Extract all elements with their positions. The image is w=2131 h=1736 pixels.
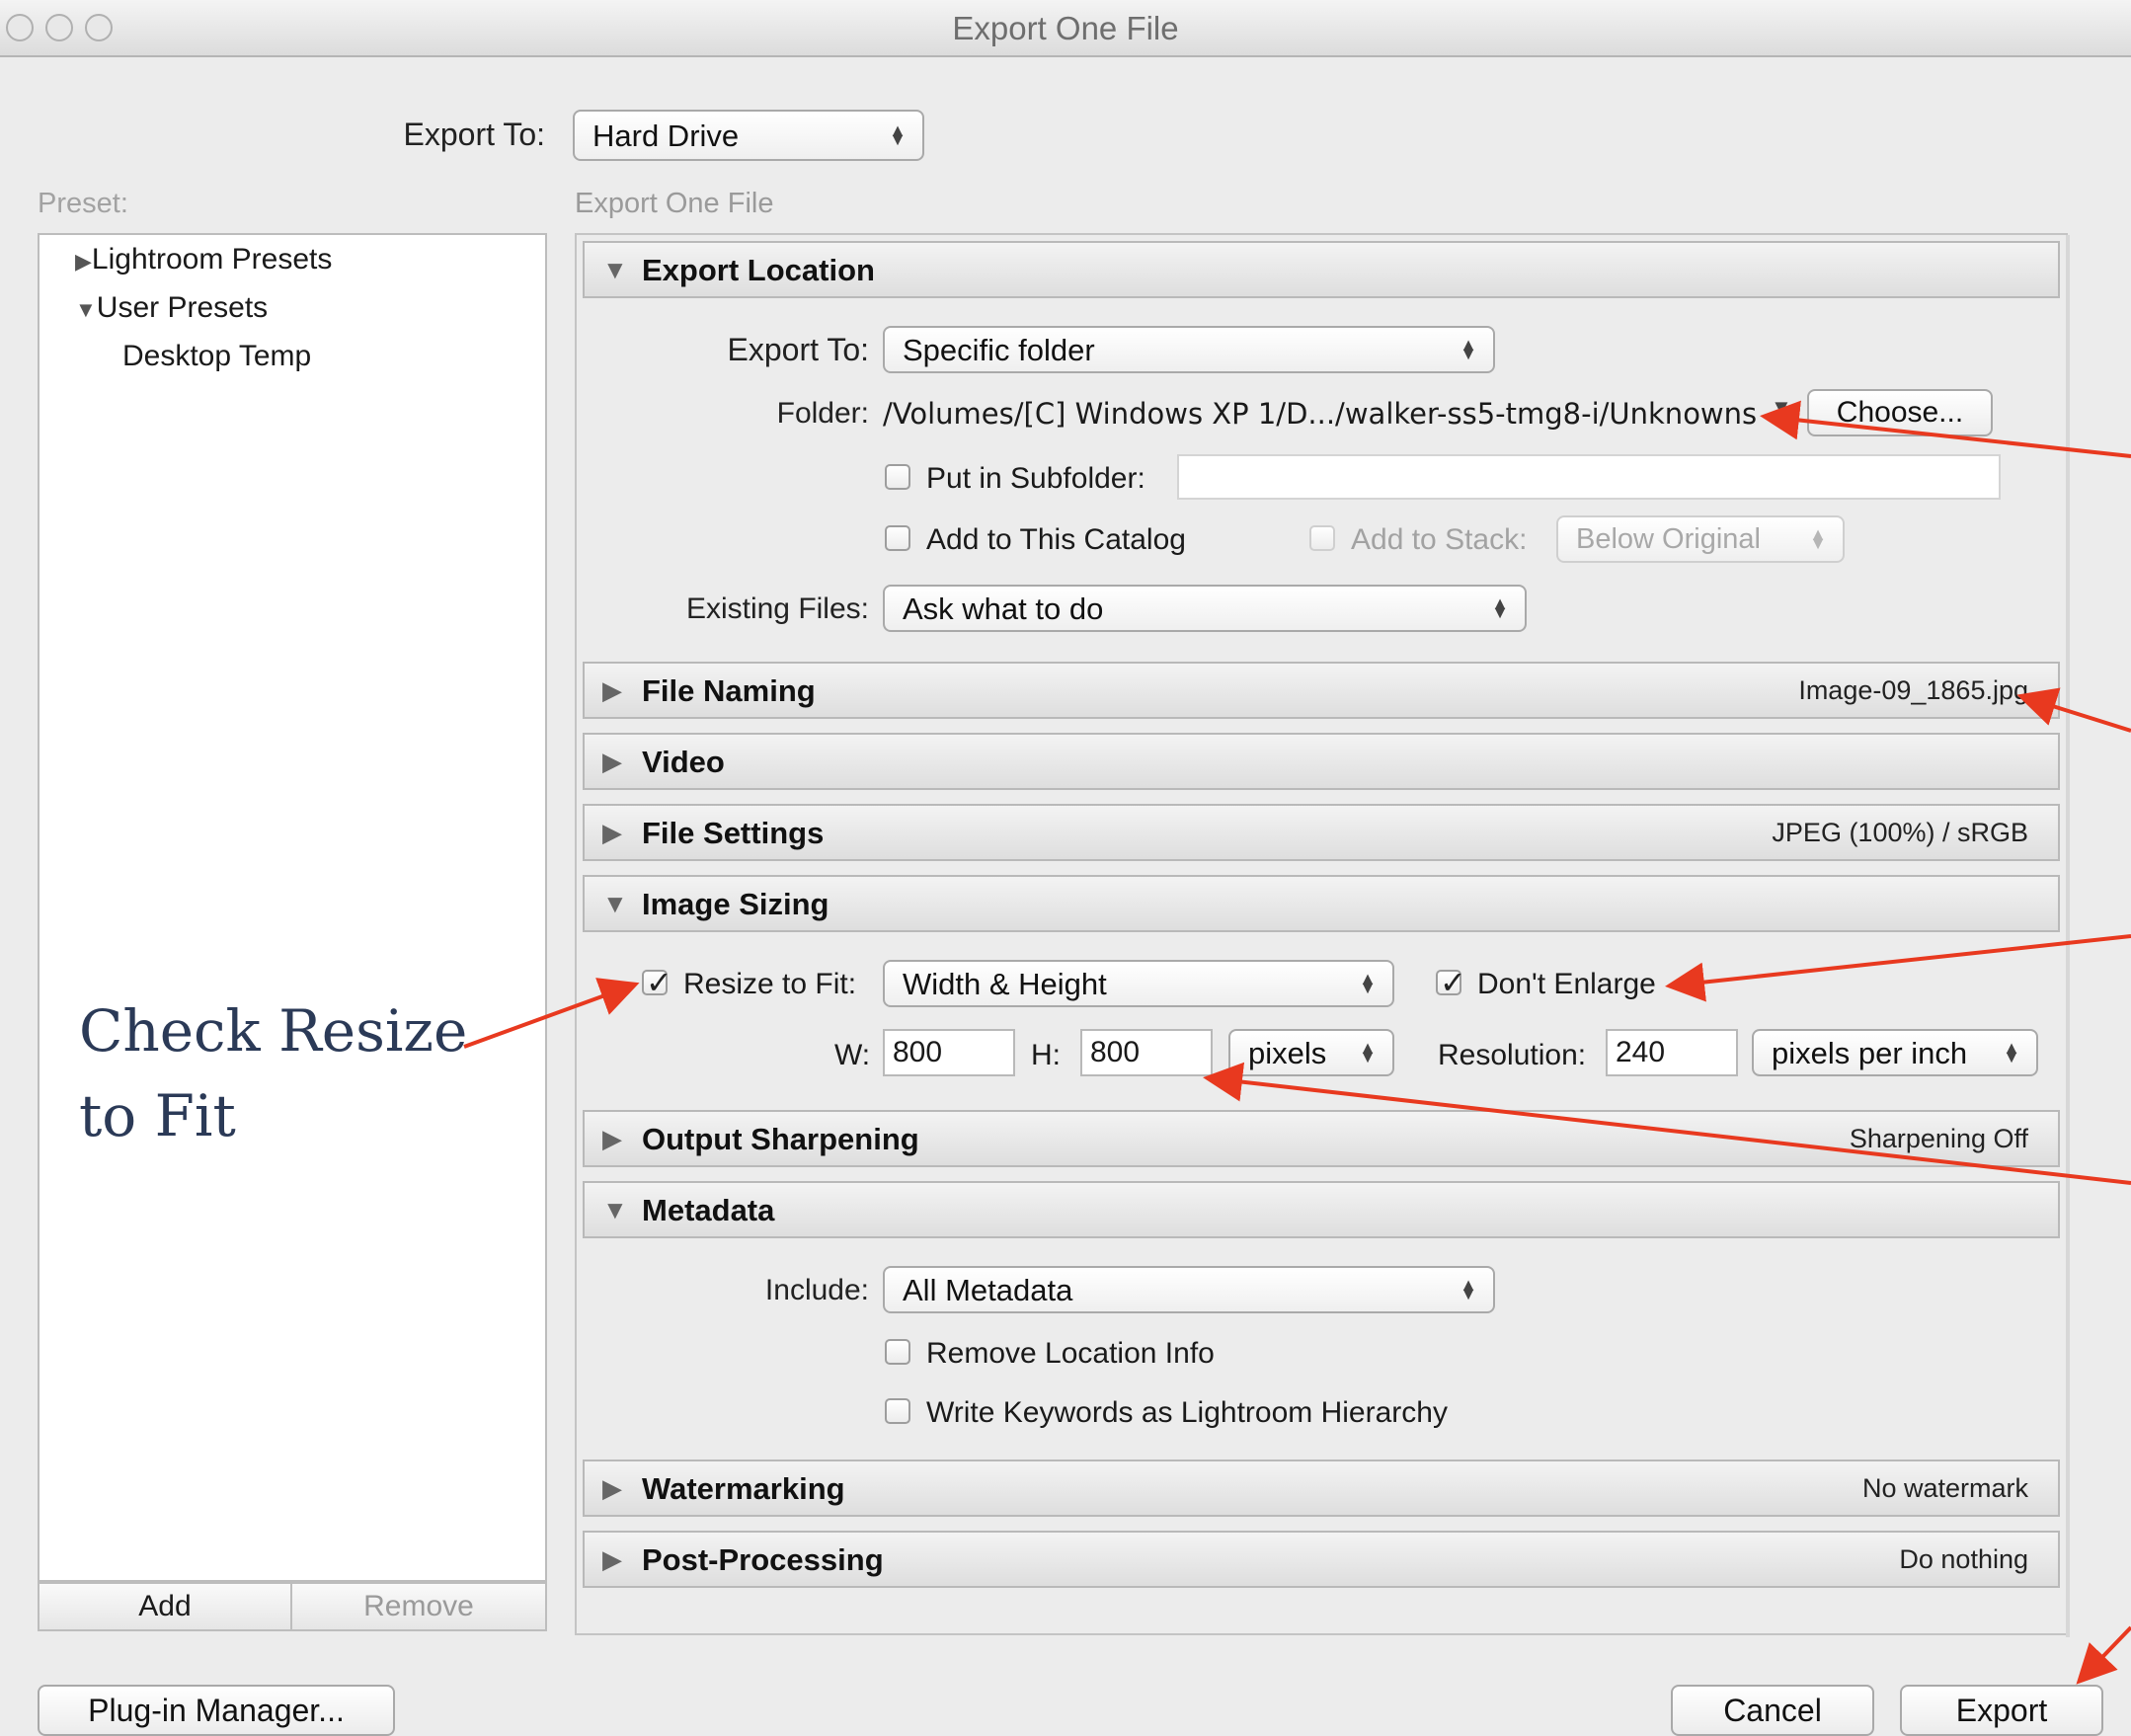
arrow-to-file-naming xyxy=(2016,687,2131,733)
arrow-to-resize-checkbox xyxy=(463,978,640,1049)
arrow-to-export-button xyxy=(2076,1625,2131,1685)
arrow-to-dont-enlarge xyxy=(1665,934,2131,1002)
arrow-to-folder-path xyxy=(1760,400,2131,458)
annotation-arrows xyxy=(463,400,2131,1685)
arrow-to-width-height xyxy=(1203,1062,2131,1185)
